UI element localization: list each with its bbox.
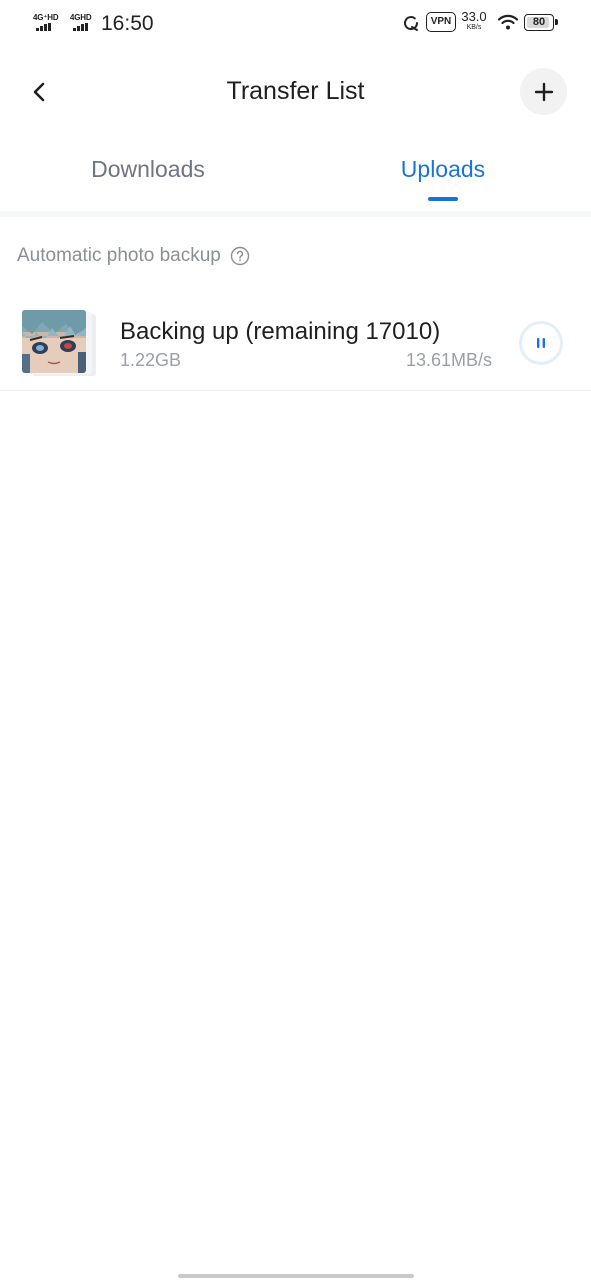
question-circle-icon[interactable] [230,246,250,266]
section-automatic-photo-backup: Automatic photo backup [17,245,250,267]
tab-downloads[interactable]: Downloads [48,156,248,183]
status-time: 16:50 [101,12,154,35]
tab-uploads[interactable]: Uploads [343,156,543,183]
anime-portrait-image [22,310,86,373]
sim2-network-label: 4GHD [70,13,92,22]
battery-level: 80 [532,16,546,28]
photo-thumbnail [22,310,86,373]
plus-icon [534,82,553,101]
row-divider [0,390,591,391]
signal-bars-icon [36,23,60,31]
backup-status-title: Backing up (remaining 17010) [120,318,441,345]
page-title: Transfer List [226,77,365,105]
vpn-badge: VPN [426,12,456,32]
backup-size: 1.22GB [120,350,182,370]
transfer-list-screen: 4G⁺HD 4GHD 16:50 VPN 33.0 KB/s 80 Transf… [0,0,591,1280]
transfer-tabs: Downloads Uploads [0,148,591,208]
network-speed-value: 33.0 [461,9,487,24]
pause-icon [537,338,545,348]
add-button[interactable] [520,68,567,115]
tabs-divider [0,211,591,217]
wifi-icon [497,14,519,30]
backup-list-item[interactable]: Backing up (remaining 17010) 1.22GB 13.6… [0,298,591,390]
signal-bars-icon [73,23,97,31]
pause-button[interactable] [519,321,563,365]
sim2-signal: 4GHD [70,13,100,33]
sync-icon [404,16,419,31]
battery-icon: 80 [524,14,558,31]
section-label: Automatic photo backup [17,245,221,266]
app-header: Transfer List [0,60,591,124]
status-bar: 4G⁺HD 4GHD 16:50 VPN 33.0 KB/s 80 [0,0,591,48]
network-speed: 33.0 KB/s [458,10,490,32]
photo-thumbnail-stack [22,310,98,376]
network-speed-unit: KB/s [466,24,482,31]
sim1-signal: 4G⁺HD [33,13,63,33]
home-indicator[interactable] [178,1274,414,1278]
backup-speed: 13.61MB/s [405,350,492,370]
sim1-network-label: 4G⁺HD [33,13,59,22]
active-tab-indicator [428,197,458,201]
